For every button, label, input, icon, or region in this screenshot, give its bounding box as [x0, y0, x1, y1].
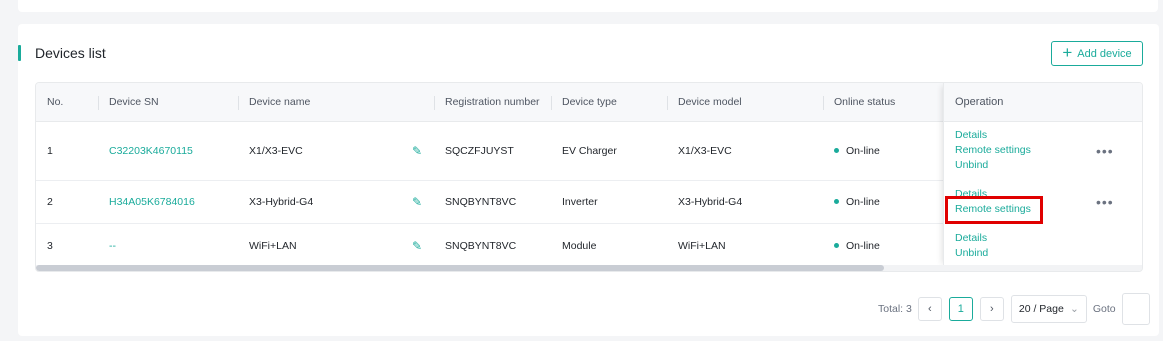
col-separator: [98, 96, 99, 110]
cell-registration: SNQBYNT8VC: [445, 240, 517, 252]
page-size-value: 20 / Page: [1018, 303, 1064, 315]
col-header-sn: Device SN: [109, 96, 159, 108]
col-header-reg: Registration number: [445, 96, 540, 108]
devices-table: No. Device SN Device name Registration n…: [35, 82, 1143, 272]
total-count: Total: 3: [878, 303, 912, 315]
next-page-button[interactable]: ›: [979, 297, 1004, 321]
cell-device-type: EV Charger: [562, 145, 617, 157]
goto-label: Goto: [1092, 303, 1116, 315]
col-header-model: Device model: [678, 96, 742, 108]
cell-device-sn: --: [109, 240, 116, 252]
cell-device-name: X1/X3-EVC: [249, 145, 303, 157]
cell-online-status: On-line: [834, 240, 880, 252]
add-device-button[interactable]: + Add device: [1051, 41, 1143, 66]
horizontal-scrollbar-track[interactable]: [36, 265, 1142, 271]
operation-column: Operation Details Remote settings Unbind…: [943, 83, 1142, 267]
cell-device-sn[interactable]: C32203K4670115: [109, 145, 193, 157]
unbind-link[interactable]: Unbind: [955, 247, 988, 259]
cell-online-status: On-line: [834, 145, 880, 157]
status-text: On-line: [846, 145, 880, 157]
cell-device-model: X1/X3-EVC: [678, 145, 732, 157]
highlight-box: [945, 196, 1043, 224]
cell-device-name: WiFi+LAN: [249, 240, 297, 252]
details-link[interactable]: Details: [955, 129, 987, 141]
cell-device-type: Module: [562, 240, 597, 252]
card-header: Devices list: [18, 44, 106, 62]
more-actions-icon[interactable]: •••: [1096, 143, 1114, 159]
cell-no: 3: [47, 240, 53, 252]
cell-device-type: Inverter: [562, 196, 598, 208]
unbind-link[interactable]: Unbind: [955, 159, 988, 171]
status-text: On-line: [846, 196, 880, 208]
cell-registration: SNQBYNT8VC: [445, 196, 517, 208]
col-header-name: Device name: [249, 96, 311, 108]
page-1-button[interactable]: 1: [948, 297, 973, 321]
status-dot: [834, 198, 839, 204]
status-dot: [834, 242, 839, 248]
col-separator: [823, 96, 824, 110]
edit-icon[interactable]: ✎: [412, 144, 422, 158]
page-title: Devices list: [35, 45, 106, 61]
cell-no: 2: [47, 196, 53, 208]
goto-page-input[interactable]: [1121, 293, 1150, 325]
col-header-status: Online status: [834, 96, 896, 108]
chevron-right-icon: ›: [990, 303, 994, 315]
chevron-down-icon: ⌄: [1070, 303, 1079, 315]
edit-icon[interactable]: ✎: [412, 239, 422, 253]
pagination: Total: 3 ‹ 1 › 20 / Page ⌄ Goto: [878, 293, 1150, 325]
cell-device-name: X3-Hybrid-G4: [249, 196, 314, 208]
cell-device-model: X3-Hybrid-G4: [678, 196, 743, 208]
title-accent-bar: [18, 45, 21, 61]
col-separator: [238, 96, 239, 110]
col-separator: [667, 96, 668, 110]
page-size-select[interactable]: 20 / Page ⌄: [1010, 295, 1087, 323]
remote-settings-link[interactable]: Remote settings: [955, 144, 1031, 156]
details-link[interactable]: Details: [955, 232, 987, 244]
cell-device-sn[interactable]: H34A05K6784016: [109, 196, 195, 208]
col-header-operation: Operation: [944, 83, 1142, 122]
more-actions-icon[interactable]: •••: [1096, 194, 1114, 210]
edit-icon[interactable]: ✎: [412, 195, 422, 209]
col-header-type: Device type: [562, 96, 617, 108]
col-separator: [434, 96, 435, 110]
cell-device-model: WiFi+LAN: [678, 240, 726, 252]
status-dot: [834, 147, 839, 153]
status-text: On-line: [846, 240, 880, 252]
prev-page-button[interactable]: ‹: [917, 297, 942, 321]
cell-registration: SQCZFJUYST: [445, 145, 514, 157]
cell-online-status: On-line: [834, 196, 880, 208]
plus-icon: +: [1062, 43, 1073, 62]
cell-no: 1: [47, 145, 53, 157]
chevron-left-icon: ‹: [928, 303, 932, 315]
add-device-label: Add device: [1077, 47, 1132, 60]
col-separator: [551, 96, 552, 110]
devices-card: Devices list + Add device No. Device SN …: [18, 24, 1159, 336]
top-panel-strip: [18, 0, 1158, 12]
col-header-no: No.: [47, 96, 64, 108]
horizontal-scrollbar-thumb[interactable]: [36, 265, 884, 271]
